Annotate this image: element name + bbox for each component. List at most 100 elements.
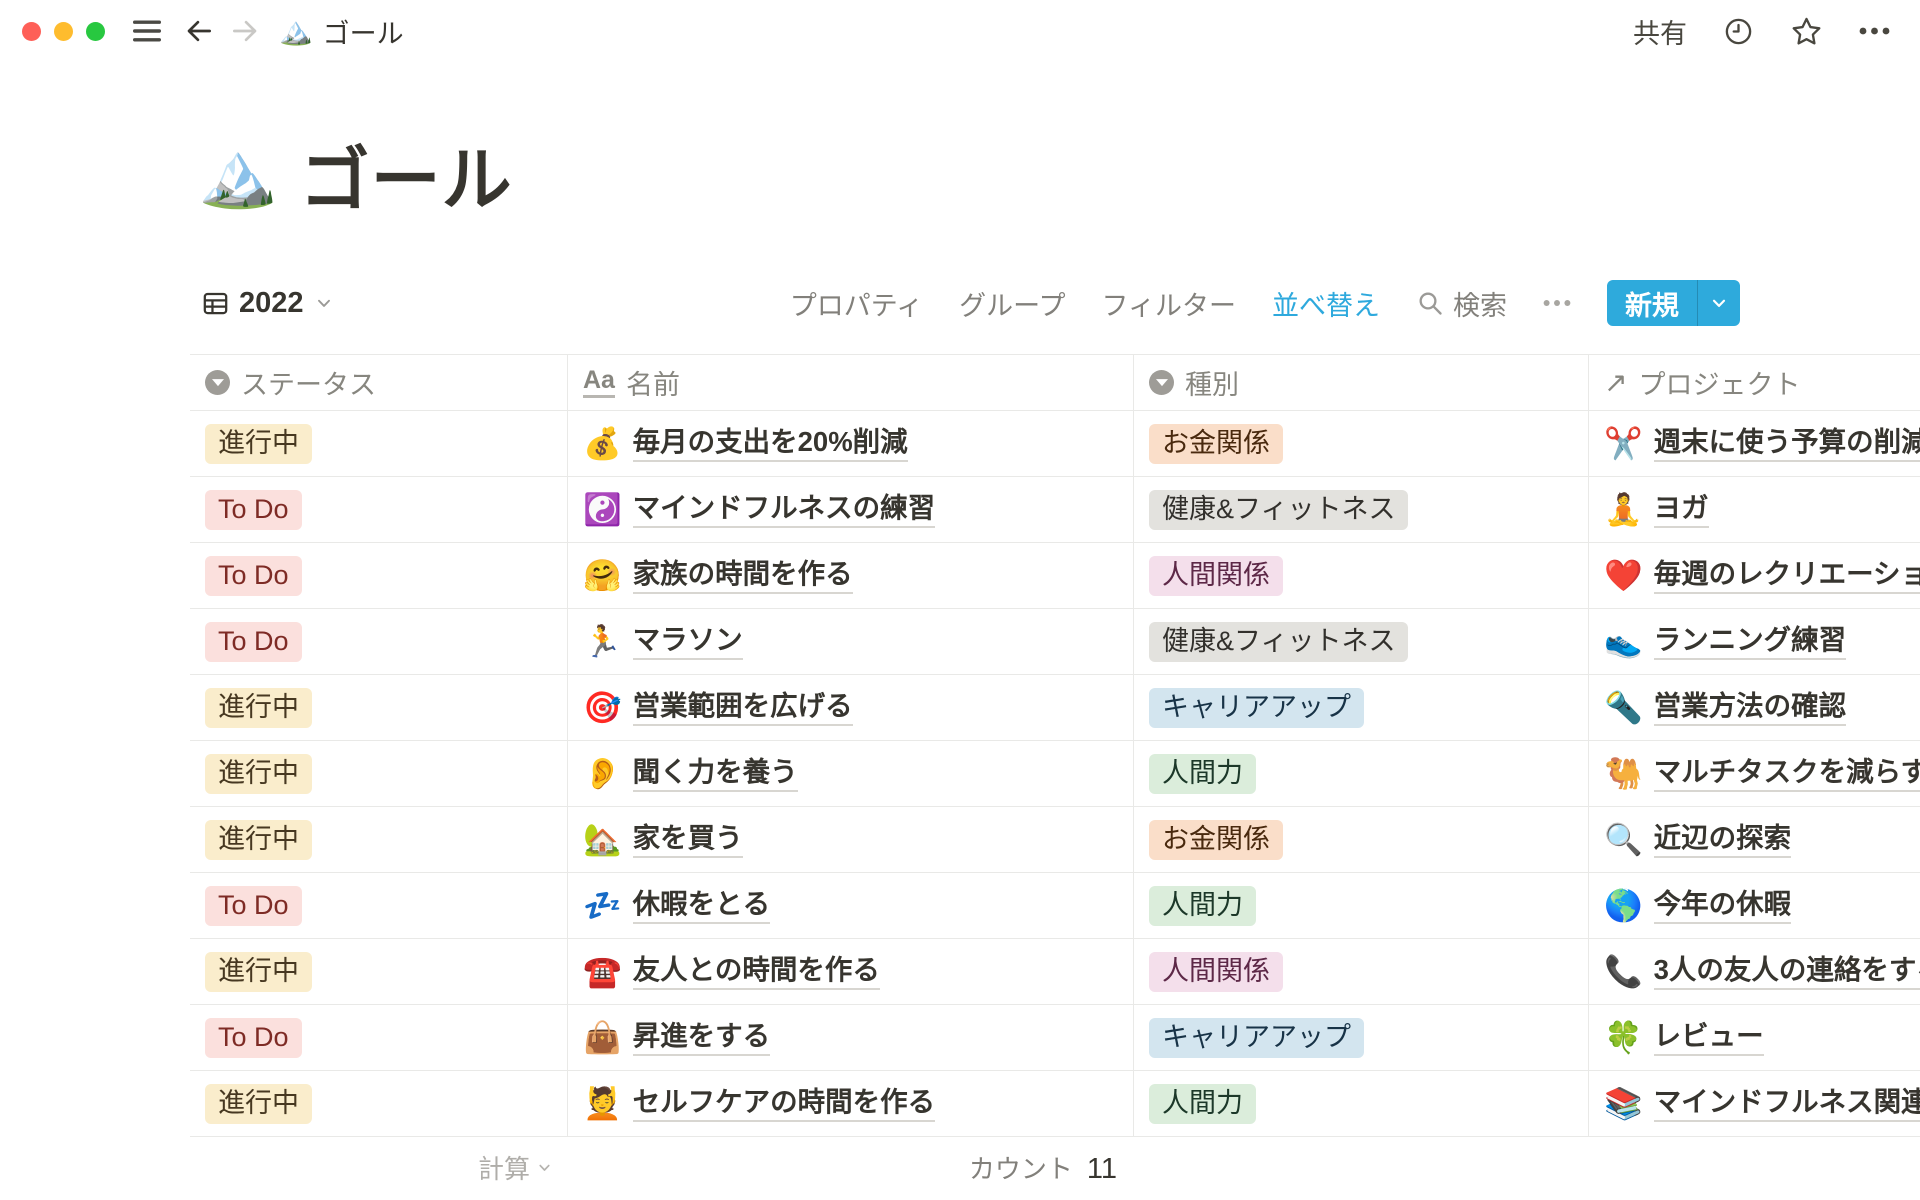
cell-type[interactable]: 健康&フィットネス <box>1133 609 1588 674</box>
cell-type[interactable]: お金関係 <box>1133 411 1588 476</box>
project-page-link[interactable]: ヨガ <box>1654 491 1709 528</box>
status-badge[interactable]: To Do <box>205 886 302 926</box>
cell-status[interactable]: To Do <box>190 477 567 542</box>
column-header-status[interactable]: ステータス <box>190 355 567 410</box>
cell-project[interactable]: 🍀 レビュー <box>1588 1005 1920 1070</box>
cell-name[interactable]: 💰 毎月の支出を20%削減 <box>567 411 1133 476</box>
cell-project[interactable]: 📞 3人の友人の連絡をする <box>1588 939 1920 1004</box>
cell-type[interactable]: キャリアアップ <box>1133 675 1588 740</box>
new-entry-dropdown-button[interactable] <box>1698 280 1740 326</box>
cell-name[interactable]: 💆 セルフケアの時間を作る <box>567 1071 1133 1136</box>
sidebar-toggle-button[interactable] <box>133 20 161 42</box>
project-page-link[interactable]: ランニング練習 <box>1654 623 1847 660</box>
goal-page-link[interactable]: マインドフルネスの練習 <box>633 491 936 528</box>
filter-button[interactable]: フィルター <box>1102 284 1236 323</box>
cell-name[interactable]: 🏃 マラソン <box>567 609 1133 674</box>
status-badge[interactable]: To Do <box>205 622 302 662</box>
goal-page-link[interactable]: 家族の時間を作る <box>633 557 853 594</box>
status-badge[interactable]: 進行中 <box>205 424 312 464</box>
type-badge[interactable]: お金関係 <box>1149 820 1283 860</box>
favorite-button[interactable] <box>1790 15 1823 48</box>
new-entry-button[interactable]: 新規 <box>1607 280 1697 326</box>
cell-project[interactable]: ❤️ 毎週のレクリエーション <box>1588 543 1920 608</box>
type-badge[interactable]: 人間力 <box>1149 886 1256 926</box>
type-badge[interactable]: 健康&フィットネス <box>1149 622 1408 662</box>
table-row[interactable]: To Do 🤗 家族の時間を作る 人間関係 ❤️ 毎週のレクリエーション <box>190 543 1920 609</box>
cell-type[interactable]: キャリアアップ <box>1133 1005 1588 1070</box>
type-badge[interactable]: 人間力 <box>1149 1084 1256 1124</box>
cell-project[interactable]: 📚 マインドフルネス関連 <box>1588 1071 1920 1136</box>
cell-name[interactable]: 🤗 家族の時間を作る <box>567 543 1133 608</box>
cell-status[interactable]: 進行中 <box>190 807 567 872</box>
project-page-link[interactable]: 毎週のレクリエーション <box>1654 557 1920 594</box>
cell-project[interactable]: 🧘 ヨガ <box>1588 477 1920 542</box>
cell-type[interactable]: 人間関係 <box>1133 543 1588 608</box>
status-badge[interactable]: 進行中 <box>205 820 312 860</box>
project-page-link[interactable]: 今年の休暇 <box>1654 887 1792 924</box>
project-page-link[interactable]: 近辺の探索 <box>1654 821 1792 858</box>
goal-page-link[interactable]: 昇進をする <box>633 1019 771 1056</box>
cell-status[interactable]: 進行中 <box>190 741 567 806</box>
type-badge[interactable]: キャリアアップ <box>1149 1018 1364 1058</box>
project-page-link[interactable]: 3人の友人の連絡をする <box>1654 953 1920 990</box>
table-row[interactable]: 進行中 ☎️ 友人との時間を作る 人間関係 📞 3人の友人の連絡をする <box>190 939 1920 1005</box>
cell-type[interactable]: 人間関係 <box>1133 939 1588 1004</box>
type-badge[interactable]: お金関係 <box>1149 424 1283 464</box>
cell-project[interactable]: 👟 ランニング練習 <box>1588 609 1920 674</box>
properties-button[interactable]: プロパティ <box>790 284 923 323</box>
table-row[interactable]: 進行中 💆 セルフケアの時間を作る 人間力 📚 マインドフルネス関連 <box>190 1071 1920 1137</box>
project-page-link[interactable]: マインドフルネス関連 <box>1654 1085 1920 1122</box>
project-page-link[interactable]: マルチタスクを減らす <box>1654 755 1920 792</box>
goal-page-link[interactable]: 営業範囲を広げる <box>633 689 853 726</box>
cell-status[interactable]: 進行中 <box>190 939 567 1004</box>
cell-status[interactable]: 進行中 <box>190 675 567 740</box>
type-badge[interactable]: 人間関係 <box>1149 556 1283 596</box>
page-title[interactable]: ゴール <box>300 124 513 225</box>
close-window-button[interactable] <box>22 22 41 41</box>
breadcrumb[interactable]: 🏔️ ゴール <box>279 12 404 51</box>
forward-button[interactable] <box>229 15 261 47</box>
cell-type[interactable]: お金関係 <box>1133 807 1588 872</box>
table-row[interactable]: To Do 👜 昇進をする キャリアアップ 🍀 レビュー <box>190 1005 1920 1071</box>
status-badge[interactable]: 進行中 <box>205 754 312 794</box>
cell-name[interactable]: 👂 聞く力を養う <box>567 741 1133 806</box>
goal-page-link[interactable]: 聞く力を養う <box>633 755 798 792</box>
status-badge[interactable]: 進行中 <box>205 952 312 992</box>
cell-project[interactable]: 🌎 今年の休暇 <box>1588 873 1920 938</box>
table-row[interactable]: To Do ☯️ マインドフルネスの練習 健康&フィットネス 🧘 ヨガ <box>190 477 1920 543</box>
zoom-window-button[interactable] <box>86 22 105 41</box>
search-button[interactable]: 検索 <box>1416 284 1507 323</box>
group-button[interactable]: グループ <box>959 284 1065 323</box>
cell-name[interactable]: ☯️ マインドフルネスの練習 <box>567 477 1133 542</box>
cell-type[interactable]: 人間力 <box>1133 873 1588 938</box>
goal-page-link[interactable]: 毎月の支出を20%削減 <box>633 425 908 462</box>
cell-status[interactable]: To Do <box>190 543 567 608</box>
more-options-button[interactable] <box>1859 27 1890 35</box>
column-header-name[interactable]: Aa 名前 <box>567 355 1133 410</box>
cell-name[interactable]: 💤 休暇をとる <box>567 873 1133 938</box>
status-badge[interactable]: To Do <box>205 490 302 530</box>
status-badge[interactable]: 進行中 <box>205 688 312 728</box>
type-badge[interactable]: キャリアアップ <box>1149 688 1364 728</box>
footer-calculate-button[interactable]: 計算 <box>190 1149 567 1186</box>
table-row[interactable]: 進行中 💰 毎月の支出を20%削減 お金関係 ✂️ 週末に使う予算の削減 <box>190 411 1920 477</box>
cell-status[interactable]: To Do <box>190 1005 567 1070</box>
page-icon[interactable]: 🏔️ <box>198 142 278 206</box>
cell-name[interactable]: 👜 昇進をする <box>567 1005 1133 1070</box>
type-badge[interactable]: 健康&フィットネス <box>1149 490 1408 530</box>
table-row[interactable]: To Do 💤 休暇をとる 人間力 🌎 今年の休暇 <box>190 873 1920 939</box>
status-badge[interactable]: 進行中 <box>205 1084 312 1124</box>
cell-project[interactable]: 🔦 営業方法の確認 <box>1588 675 1920 740</box>
view-switcher[interactable]: 2022 <box>202 287 334 320</box>
cell-type[interactable]: 人間力 <box>1133 741 1588 806</box>
project-page-link[interactable]: レビュー <box>1654 1019 1764 1056</box>
updates-button[interactable] <box>1723 16 1754 47</box>
project-page-link[interactable]: 週末に使う予算の削減 <box>1654 425 1920 462</box>
table-row[interactable]: 進行中 🎯 営業範囲を広げる キャリアアップ 🔦 営業方法の確認 <box>190 675 1920 741</box>
cell-name[interactable]: ☎️ 友人との時間を作る <box>567 939 1133 1004</box>
goal-page-link[interactable]: 友人との時間を作る <box>633 953 880 990</box>
status-badge[interactable]: To Do <box>205 1018 302 1058</box>
cell-type[interactable]: 健康&フィットネス <box>1133 477 1588 542</box>
footer-count-aggregate[interactable]: カウント 11 <box>567 1149 1133 1186</box>
goal-page-link[interactable]: セルフケアの時間を作る <box>633 1085 936 1122</box>
